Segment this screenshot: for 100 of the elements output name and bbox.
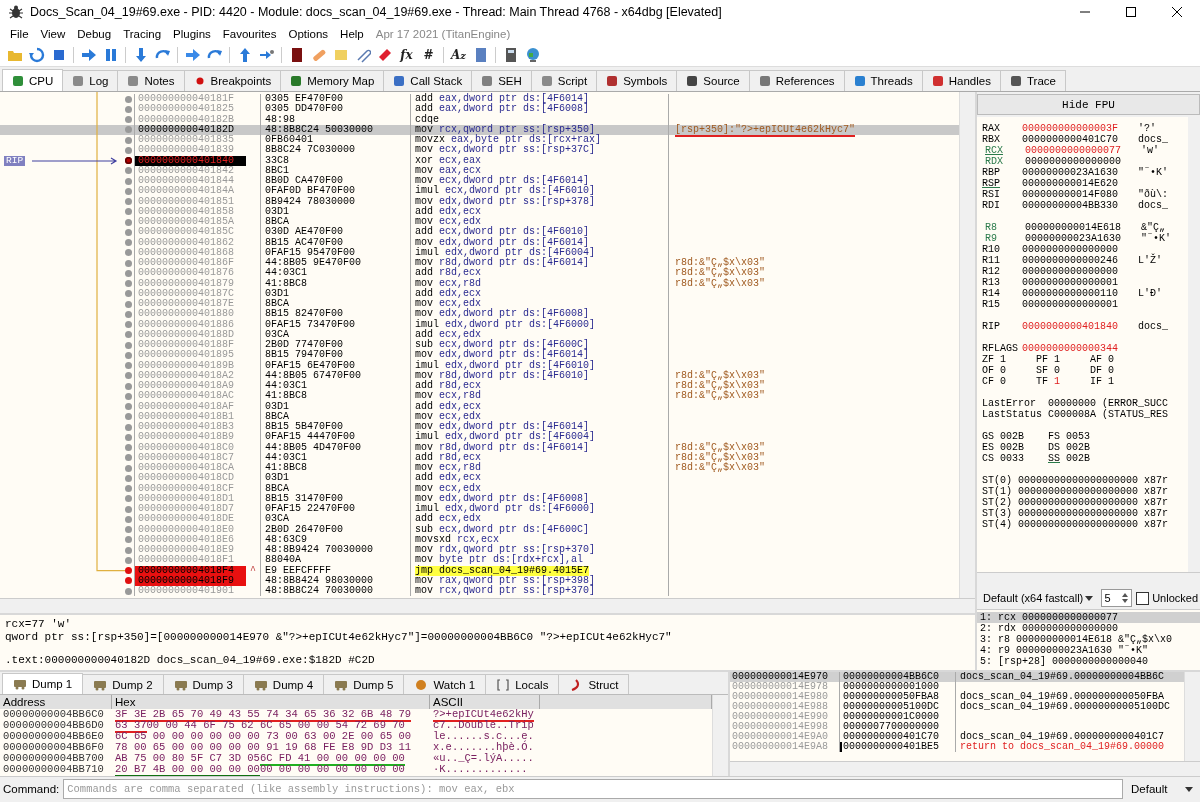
column-header[interactable]: ASCII (430, 695, 540, 709)
unlocked-checkbox[interactable] (1136, 591, 1150, 605)
breakpoint-dot[interactable] (124, 362, 132, 370)
argument-row[interactable]: 3: r8 000000000014E618 &"Ç„$x\x0 (977, 634, 1200, 645)
tab[interactable]: Dump 5 (323, 674, 405, 694)
breakpoint-dot[interactable] (124, 280, 132, 288)
fpu-register-value[interactable]: 00000000000000000000 (1018, 519, 1139, 530)
breakpoint-dot[interactable] (124, 95, 132, 103)
register-value[interactable]: 0000000000000246 (1022, 255, 1118, 266)
mode-dropdown[interactable]: Default (1127, 780, 1197, 798)
flag-value[interactable]: 1 (1108, 376, 1115, 387)
breakpoint-dot[interactable] (124, 198, 132, 206)
register-value[interactable]: 000000000014E620 (1022, 178, 1118, 189)
column-header[interactable]: Hex (112, 695, 430, 709)
flag-value[interactable]: 0 (1108, 365, 1115, 376)
breakpoint-dot[interactable] (124, 249, 132, 257)
breakpoint-dot[interactable] (124, 433, 132, 441)
scrollbar[interactable] (1184, 672, 1200, 761)
register-value[interactable]: 0000000000000000 (1022, 266, 1118, 277)
tab[interactable]: CPU (2, 69, 64, 91)
register-value[interactable]: 0000000000000001 (1022, 277, 1118, 288)
breakpoint-dot[interactable] (124, 454, 132, 462)
menu-item[interactable]: View (34, 26, 72, 42)
argument-row[interactable]: 2: rdx 0000000000000000 (977, 623, 1200, 634)
register-value[interactable]: 000000000014F080 (1022, 189, 1118, 200)
breakpoint-dot[interactable] (124, 505, 132, 513)
breakpoint-dot[interactable] (124, 290, 132, 298)
tab[interactable]: Dump 2 (82, 674, 164, 694)
menu-item[interactable]: Help (334, 26, 370, 42)
breakpoint-dot[interactable] (124, 464, 132, 472)
argument-row[interactable]: 4: r9 00000000023A1630 "¨•K" (977, 645, 1200, 656)
register-value[interactable]: 000000000014E618 (1025, 222, 1121, 233)
register-value[interactable]: 0000000000000110 (1022, 288, 1118, 299)
segment-value[interactable]: 002B (1066, 442, 1091, 453)
argument-count-spinner[interactable]: 5 (1101, 589, 1133, 607)
register-value[interactable]: 0000000000401840 (1022, 321, 1118, 332)
breakpoint-dot[interactable] (124, 485, 132, 493)
menu-item[interactable]: Debug (71, 26, 118, 42)
menu-item[interactable]: Options (282, 26, 335, 42)
register-value[interactable]: 000000000000003F (1022, 123, 1118, 134)
flag-value[interactable]: 1 (1000, 354, 1007, 365)
breakpoint-dot[interactable] (124, 331, 132, 339)
breakpoint-dot[interactable] (124, 208, 132, 216)
segment-value[interactable]: 002B (1066, 453, 1091, 464)
tab[interactable]: Dump 3 (162, 674, 244, 694)
breakpoint-dot[interactable] (124, 587, 132, 595)
segment-value[interactable]: 0053 (1066, 431, 1091, 442)
tab[interactable]: Locals (485, 674, 560, 694)
argument-row[interactable]: 5: [rsp+28] 0000000000000040 (977, 656, 1200, 667)
breakpoint-dot[interactable] (124, 526, 132, 534)
fpu-register-value[interactable]: 00000000000000000000 (1018, 486, 1139, 497)
menu-item[interactable]: Plugins (167, 26, 217, 42)
breakpoint-dot[interactable] (124, 187, 132, 195)
breakpoint-dot[interactable] (124, 157, 132, 165)
segment-value[interactable]: 002B (1000, 431, 1025, 442)
breakpoint-dot[interactable] (124, 300, 132, 308)
flag-value[interactable]: 1 (1054, 354, 1061, 365)
scrollbar[interactable] (959, 92, 975, 598)
breakpoint-dot[interactable] (124, 567, 132, 575)
register-value[interactable]: 0000000000000000 (1022, 244, 1118, 255)
breakpoint-dot[interactable] (124, 536, 132, 544)
segment-value[interactable]: 002B (1000, 442, 1025, 453)
tab[interactable]: Dump 1 (2, 673, 84, 694)
flag-value[interactable]: 0 (1000, 376, 1007, 387)
breakpoint-dot[interactable] (124, 351, 132, 359)
breakpoint-dot[interactable] (124, 218, 132, 226)
breakpoint-dot[interactable] (124, 239, 132, 247)
scrollbar[interactable] (712, 695, 728, 776)
fpu-register-value[interactable]: 00000000000000000000 (1018, 508, 1139, 519)
breakpoint-dot[interactable] (124, 413, 132, 421)
toolbar-button[interactable]: fx (396, 45, 417, 65)
flag-value[interactable]: 1 (1054, 376, 1061, 387)
breakpoint-dot[interactable] (124, 444, 132, 452)
breakpoint-dot[interactable] (124, 321, 132, 329)
breakpoint-dot[interactable] (124, 105, 132, 113)
breakpoint-dot[interactable] (124, 515, 132, 523)
tab[interactable]: Struct (558, 674, 630, 694)
argument-row[interactable]: 1: rcx 0000000000000077 (977, 612, 1200, 623)
register-value[interactable]: 0000000000000001 (1022, 299, 1118, 310)
menu-item[interactable]: File (4, 26, 35, 42)
breakpoint-dot[interactable] (124, 126, 132, 134)
toolbar-button[interactable]: # (418, 45, 439, 65)
breakpoint-dot[interactable] (124, 136, 132, 144)
breakpoint-dot[interactable] (124, 495, 132, 503)
breakpoint-dot[interactable] (124, 146, 132, 154)
register-value[interactable]: 0000000000000344 (1022, 343, 1118, 354)
breakpoint-dot[interactable] (124, 474, 132, 482)
breakpoint-dot[interactable] (124, 167, 132, 175)
breakpoint-dot[interactable] (124, 546, 132, 554)
breakpoint-dot[interactable] (124, 310, 132, 318)
breakpoint-dot[interactable] (124, 116, 132, 124)
flag-value[interactable]: 0 (1054, 365, 1061, 376)
flag-value[interactable]: 0 (1000, 365, 1007, 376)
fpu-register-value[interactable]: 00000000000000000000 (1018, 475, 1139, 486)
breakpoint-dot[interactable] (124, 228, 132, 236)
breakpoint-dot[interactable] (124, 269, 132, 277)
register-value[interactable]: 0000000000000077 (1025, 145, 1121, 156)
fpu-register-value[interactable]: 00000000000000000000 (1018, 497, 1139, 508)
register-value[interactable]: 00000000023A1630 (1025, 233, 1121, 244)
tab[interactable]: Trace (999, 70, 1066, 91)
